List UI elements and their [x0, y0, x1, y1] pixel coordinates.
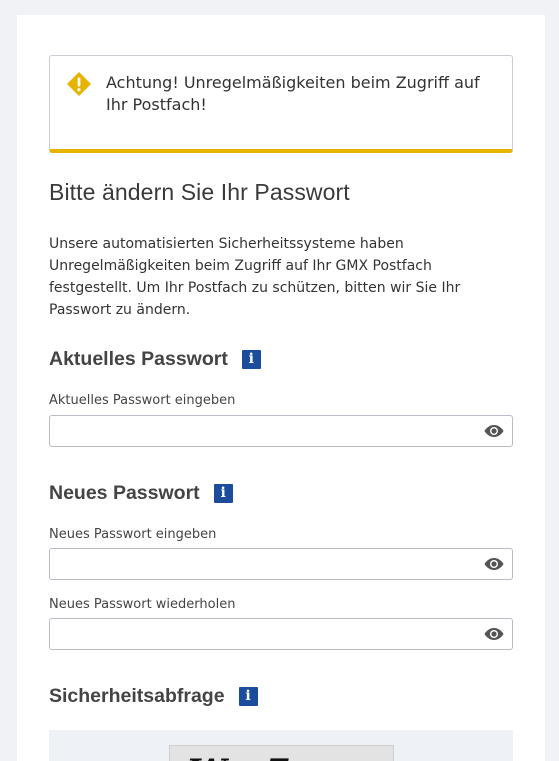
intro-text: Unsere automatisierten Sicherheitssystem…: [49, 236, 461, 318]
new-password-field-wrapper: [49, 548, 513, 580]
eye-icon[interactable]: [484, 557, 504, 571]
info-icon[interactable]: i: [213, 484, 233, 503]
captcha-container: Wu7: [49, 730, 513, 761]
new-password-input[interactable]: [50, 549, 470, 579]
captcha-text: Wu7: [188, 752, 297, 761]
new-password-heading: Neues Passwort: [49, 482, 200, 504]
current-password-heading: Aktuelles Passwort: [49, 348, 228, 370]
alert-message: Achtung! Unregelmäßigkeiten beim Zugriff…: [106, 73, 480, 114]
repeat-password-label: Neues Passwort wiederholen: [49, 597, 236, 612]
security-check-heading: Sicherheitsabfrage: [49, 685, 225, 707]
current-password-label: Aktuelles Passwort eingeben: [49, 393, 236, 408]
warning-icon: [67, 72, 91, 96]
eye-icon[interactable]: [484, 627, 504, 641]
password-change-card: Achtung! Unregelmäßigkeiten beim Zugriff…: [17, 15, 545, 761]
current-password-field-wrapper: [49, 415, 513, 447]
repeat-password-field-wrapper: [49, 618, 513, 650]
current-password-section-title: Aktuelles Passwort i: [49, 348, 261, 371]
info-icon[interactable]: i: [241, 350, 261, 369]
captcha-image: Wu7: [169, 745, 394, 761]
new-password-section-title: Neues Passwort i: [49, 482, 233, 505]
new-password-label: Neues Passwort eingeben: [49, 527, 217, 542]
page-title: Bitte ändern Sie Ihr Passwort: [49, 179, 350, 205]
eye-icon[interactable]: [484, 424, 504, 438]
warning-alert: Achtung! Unregelmäßigkeiten beim Zugriff…: [49, 55, 513, 153]
current-password-input[interactable]: [50, 416, 470, 446]
repeat-password-input[interactable]: [50, 619, 470, 649]
info-icon[interactable]: i: [238, 687, 258, 706]
security-check-section-title: Sicherheitsabfrage i: [49, 685, 258, 708]
